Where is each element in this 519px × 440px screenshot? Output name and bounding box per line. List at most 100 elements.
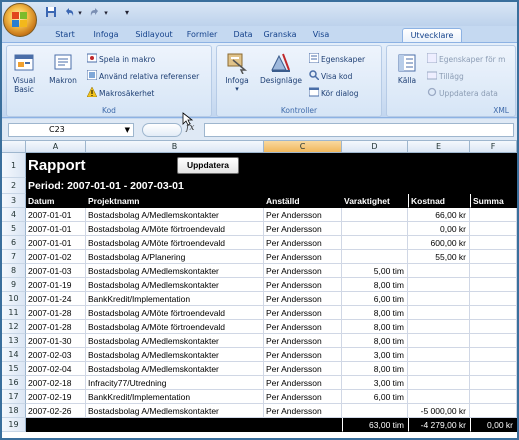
record-macro-button[interactable]: Spela in makro (86, 53, 155, 65)
table-cell-b[interactable]: Bostadsbolag A/Medlemskontakter (86, 348, 264, 362)
row-header-16[interactable]: 16 (2, 376, 26, 390)
row-header-2[interactable]: 2 (2, 178, 26, 194)
table-cell-d[interactable] (342, 208, 408, 222)
table-cell-f[interactable] (470, 404, 517, 418)
table-cell-c[interactable]: Per Andersson (264, 306, 342, 320)
table-cell-c[interactable]: Per Andersson (264, 362, 342, 376)
table-cell-e[interactable] (408, 334, 470, 348)
table-cell-d[interactable] (342, 236, 408, 250)
makron-button[interactable]: Makron (45, 52, 81, 85)
table-cell-d[interactable]: 6,00 tim (342, 292, 408, 306)
table-cell-e[interactable] (408, 292, 470, 306)
table-cell-b[interactable]: Bostadsbolag A/Medlemskontakter (86, 334, 264, 348)
undo-dropdown-icon[interactable]: ▾ (76, 6, 84, 20)
column-header-a[interactable]: A (26, 141, 86, 153)
row-header-4[interactable]: 4 (2, 208, 26, 222)
table-cell-c[interactable]: Per Andersson (264, 390, 342, 404)
row-header-19[interactable]: 19 (2, 418, 26, 432)
tab-data[interactable]: Data (228, 28, 258, 42)
infoga-button[interactable]: Infoga ▾ (219, 52, 255, 94)
row-header-5[interactable]: 5 (2, 222, 26, 236)
table-cell-d[interactable]: 8,00 tim (342, 320, 408, 334)
table-cell-d[interactable]: 6,00 tim (342, 390, 408, 404)
table-cell-f[interactable] (470, 390, 517, 404)
tab-infoga[interactable]: Infoga (88, 28, 124, 42)
table-cell-c[interactable]: Per Andersson (264, 208, 342, 222)
table-cell-b[interactable]: Bostadsbolag A/Planering (86, 250, 264, 264)
column-header-f[interactable]: F (470, 141, 517, 153)
table-cell-f[interactable] (470, 348, 517, 362)
table-cell-e[interactable]: -5 000,00 kr (408, 404, 470, 418)
table-cell-c[interactable]: Per Andersson (264, 264, 342, 278)
table-cell-a[interactable]: 2007-01-01 (26, 236, 86, 250)
table-cell-d[interactable] (342, 222, 408, 236)
table-cell-f[interactable] (470, 376, 517, 390)
formula-input[interactable] (204, 123, 514, 137)
table-cell-c[interactable]: Per Andersson (264, 334, 342, 348)
table-cell-b[interactable]: BankKredit/Implementation (86, 390, 264, 404)
expansion-packs-button[interactable]: Tillägg (426, 70, 464, 82)
table-cell-a[interactable]: 2007-01-28 (26, 306, 86, 320)
table-cell-d[interactable] (342, 404, 408, 418)
row-header-6[interactable]: 6 (2, 236, 26, 250)
table-cell-d[interactable]: 3,00 tim (342, 348, 408, 362)
table-cell-e[interactable] (408, 348, 470, 362)
row-header-18[interactable]: 18 (2, 404, 26, 418)
table-cell-b[interactable]: Bostadsbolag A/Möte förtroendevald (86, 306, 264, 320)
table-cell-f[interactable] (470, 250, 517, 264)
design-mode-button[interactable]: Designläge (259, 52, 303, 85)
table-cell-a[interactable]: 2007-02-26 (26, 404, 86, 418)
table-cell-a[interactable]: 2007-01-28 (26, 320, 86, 334)
table-cell-e[interactable] (408, 390, 470, 404)
table-cell-d[interactable] (342, 250, 408, 264)
tab-visa[interactable]: Visa (306, 28, 336, 42)
table-cell-b[interactable]: Bostadsbolag A/Medlemskontakter (86, 264, 264, 278)
update-button[interactable]: Uppdatera (177, 157, 239, 174)
table-cell-f[interactable] (470, 208, 517, 222)
tab-formler[interactable]: Formler (182, 28, 222, 42)
table-cell-b[interactable]: Bostadsbolag A/Medlemskontakter (86, 208, 264, 222)
select-all-corner[interactable] (2, 141, 26, 153)
name-box[interactable]: C23 ▼ (8, 123, 134, 137)
table-cell-e[interactable]: 55,00 kr (408, 250, 470, 264)
chevron-down-icon[interactable]: ▾ (122, 6, 132, 20)
table-cell-c[interactable]: Per Andersson (264, 236, 342, 250)
worksheet-grid[interactable]: A B C D E F 1 Rapport Uppdatera 2 Period… (2, 141, 517, 438)
table-cell-e[interactable] (408, 362, 470, 376)
table-cell-b[interactable]: Bostadsbolag A/Medlemskontakter (86, 404, 264, 418)
row-header-8[interactable]: 8 (2, 264, 26, 278)
table-cell-e[interactable] (408, 320, 470, 334)
table-cell-e[interactable]: 66,00 kr (408, 208, 470, 222)
tab-start[interactable]: Start (50, 28, 80, 42)
column-header-e[interactable]: E (408, 141, 470, 153)
table-cell-a[interactable]: 2007-02-18 (26, 376, 86, 390)
table-cell-a[interactable]: 2007-01-19 (26, 278, 86, 292)
run-dialog-button[interactable]: Kör dialog (308, 87, 358, 99)
table-cell-b[interactable]: Bostadsbolag A/Möte förtroendevald (86, 320, 264, 334)
row-header-14[interactable]: 14 (2, 348, 26, 362)
column-header-c[interactable]: C (264, 141, 342, 153)
column-header-d[interactable]: D (342, 141, 408, 153)
row-header-13[interactable]: 13 (2, 334, 26, 348)
tab-granska[interactable]: Granska (260, 28, 300, 42)
table-cell-f[interactable] (470, 264, 517, 278)
row-header-11[interactable]: 11 (2, 306, 26, 320)
view-code-button[interactable]: Visa kod (309, 70, 352, 82)
table-cell-e[interactable]: 0,00 kr (408, 222, 470, 236)
row-header-9[interactable]: 9 (2, 278, 26, 292)
column-header-b[interactable]: B (86, 141, 264, 153)
table-cell-b[interactable]: Bostadsbolag A/Medlemskontakter (86, 362, 264, 376)
table-cell-a[interactable]: 2007-01-01 (26, 208, 86, 222)
table-cell-c[interactable]: Per Andersson (264, 348, 342, 362)
table-cell-f[interactable] (470, 222, 517, 236)
table-cell-b[interactable]: Bostadsbolag A/Möte förtroendevald (86, 236, 264, 250)
table-cell-e[interactable]: 600,00 kr (408, 236, 470, 250)
tab-utvecklare[interactable]: Utvecklare (402, 28, 462, 42)
table-cell-d[interactable]: 8,00 tim (342, 278, 408, 292)
map-properties-button[interactable]: Egenskaper för m (426, 52, 505, 65)
row-header-3[interactable]: 3 (2, 194, 26, 208)
row-header-10[interactable]: 10 (2, 292, 26, 306)
row-header-1[interactable]: 1 (2, 153, 26, 178)
table-cell-a[interactable]: 2007-02-03 (26, 348, 86, 362)
table-cell-a[interactable]: 2007-01-24 (26, 292, 86, 306)
